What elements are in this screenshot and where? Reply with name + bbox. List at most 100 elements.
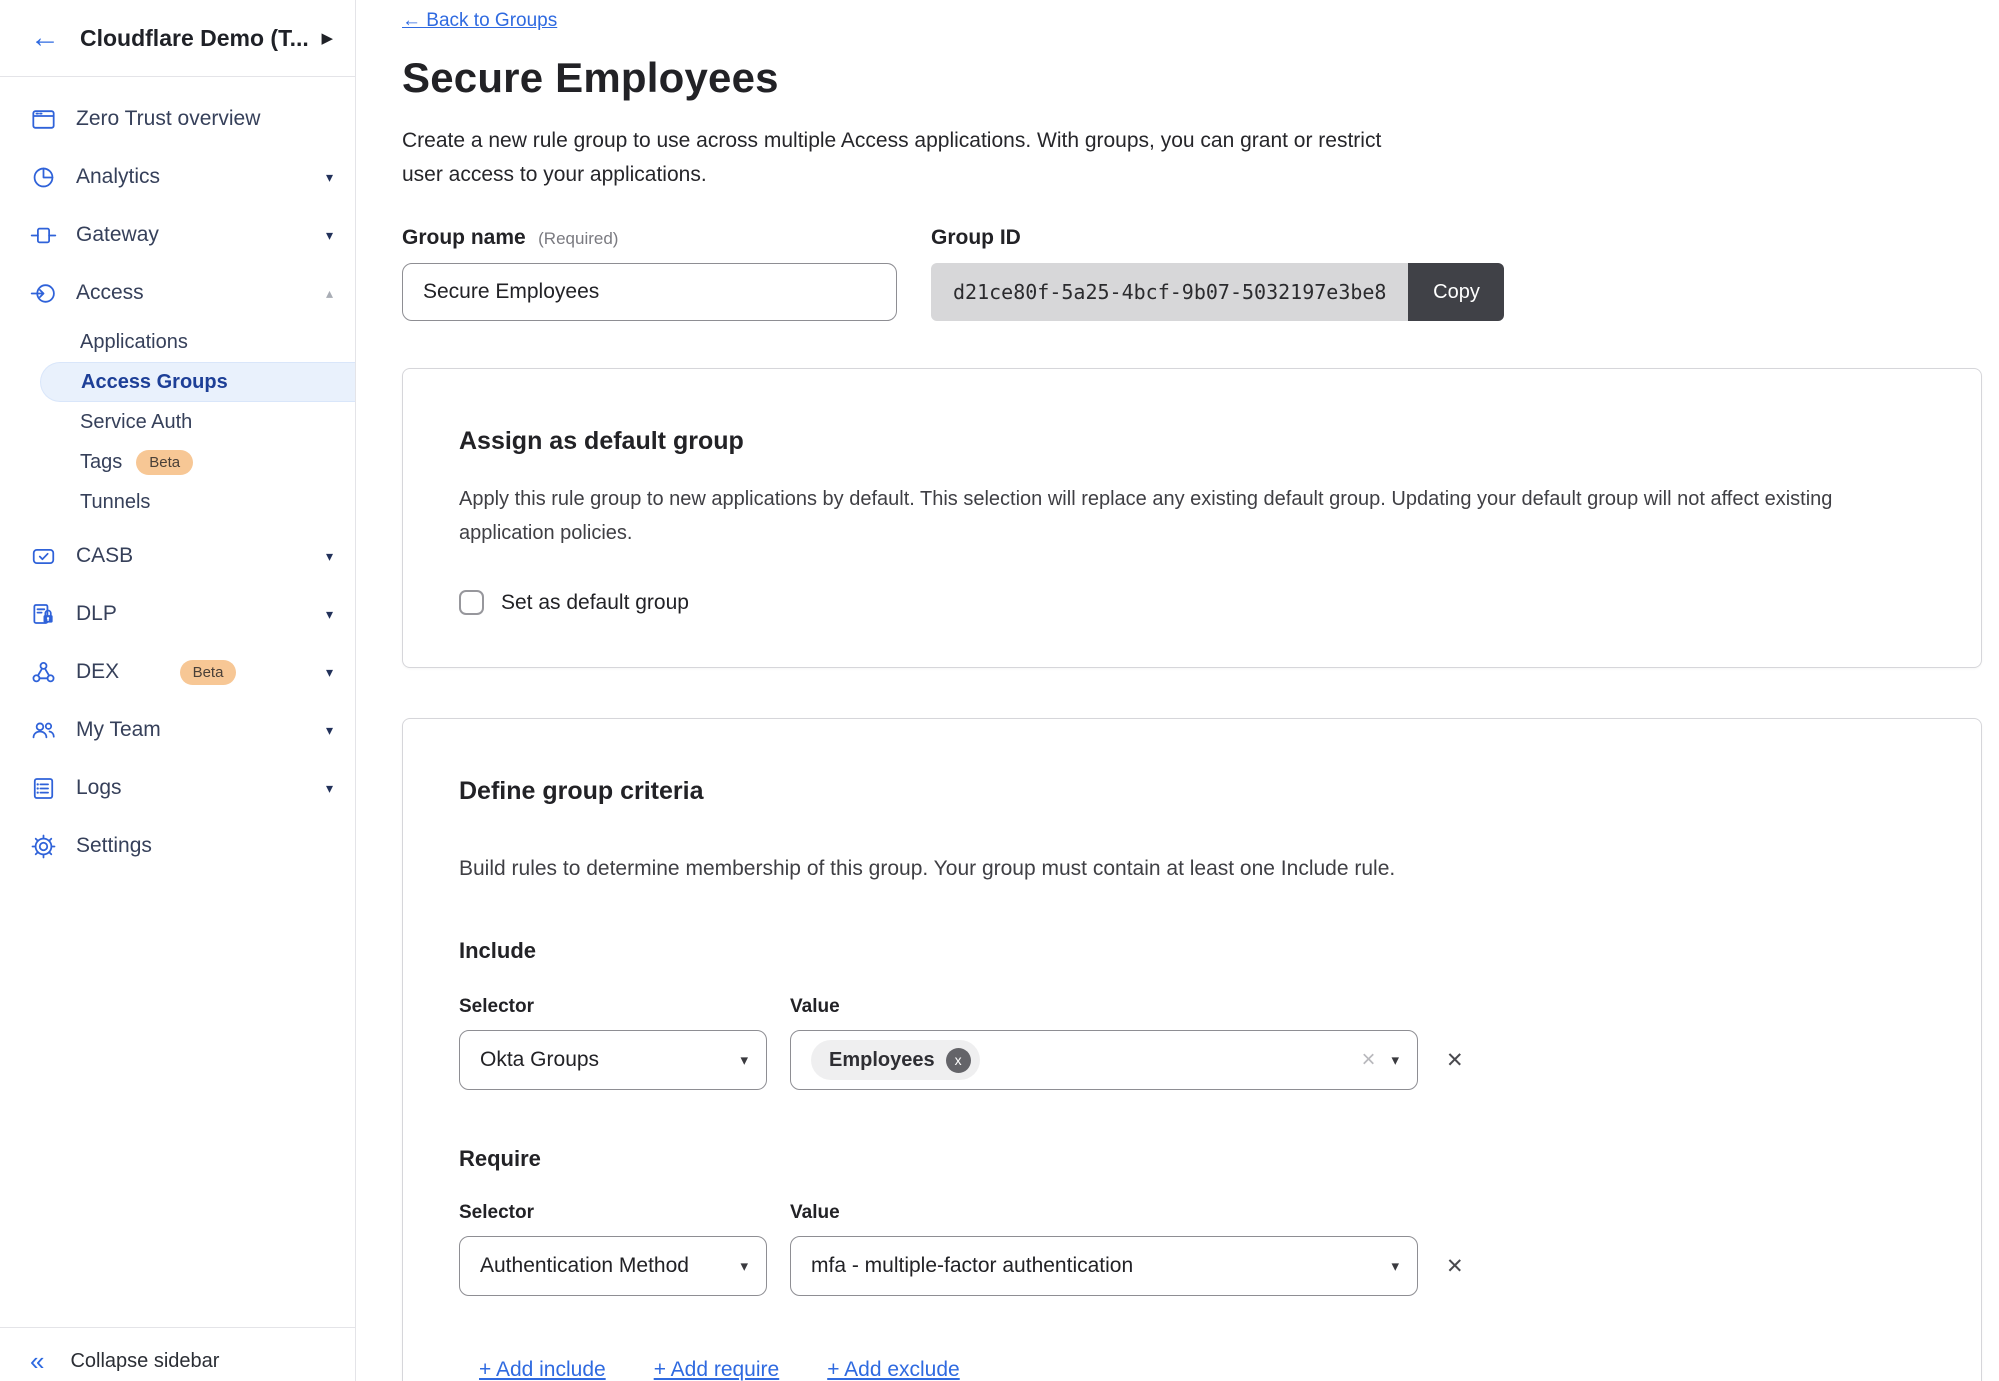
include-rule-row: Okta Groups ▾ Employees x × ▾ ✕ (459, 1030, 1921, 1090)
sidebar-item-my-team[interactable]: My Team ▾ (0, 701, 355, 759)
chevron-down-icon: ▾ (1391, 1257, 1399, 1275)
back-arrow-icon[interactable]: ← (30, 23, 60, 53)
sidebar-item-logs[interactable]: Logs ▾ (0, 759, 355, 817)
collapse-sidebar-label: Collapse sidebar (70, 1350, 219, 1373)
zero-trust-dashboard: ← Cloudflare Demo (T... ▶ Zero Trust ove… (0, 0, 1999, 1381)
chevron-down-icon: ▾ (326, 227, 333, 244)
chevron-down-icon: ▾ (326, 169, 333, 186)
people-icon (30, 717, 57, 744)
sidebar-item-settings[interactable]: Settings (0, 817, 355, 875)
sidebar-item-label: My Team (76, 718, 326, 742)
remove-require-rule-icon[interactable]: ✕ (1446, 1254, 1464, 1279)
sidebar-item-label: Gateway (76, 223, 326, 247)
casb-icon (30, 543, 57, 570)
group-id-value: d21ce80f-5a25-4bcf-9b07-5032197e3be8 (931, 263, 1408, 321)
sidebar-item-label: Tunnels (80, 491, 150, 514)
account-name[interactable]: Cloudflare Demo (T... (80, 25, 313, 52)
collapse-chevrons-icon: « (30, 1346, 44, 1377)
chevron-down-icon: ▾ (326, 548, 333, 565)
set-default-group-row[interactable]: Set as default group (459, 590, 1921, 615)
beta-badge: Beta (136, 450, 193, 475)
assign-default-group-card: Assign as default group Apply this rule … (402, 368, 1982, 668)
document-lock-icon (30, 601, 57, 628)
sidebar-item-dex[interactable]: DEX Beta ▾ (0, 643, 355, 701)
require-selector-dropdown[interactable]: Authentication Method ▾ (459, 1236, 767, 1296)
chevron-down-icon: ▾ (740, 1051, 748, 1069)
chevron-down-icon: ▾ (326, 664, 333, 681)
sidebar-item-casb[interactable]: CASB ▾ (0, 527, 355, 585)
define-group-criteria-card: Define group criteria Build rules to det… (402, 718, 1982, 1381)
remove-include-rule-icon[interactable]: ✕ (1446, 1048, 1464, 1073)
selector-label: Selector (459, 1202, 767, 1224)
access-icon (30, 280, 57, 307)
gateway-icon (30, 222, 57, 249)
sidebar-item-label: DEX (76, 660, 166, 684)
sidebar-item-label: Service Auth (80, 411, 192, 434)
value-label: Value (790, 996, 1418, 1018)
require-rule-row: Authentication Method ▾ mfa - multiple-f… (459, 1236, 1921, 1296)
beta-badge: Beta (180, 660, 237, 685)
include-labels-row: Selector Value (459, 996, 1921, 1018)
pie-chart-icon (30, 164, 57, 191)
group-name-input[interactable] (402, 263, 897, 321)
back-to-groups-link[interactable]: ← Back to Groups (402, 10, 557, 32)
main-content: ← Back to Groups Secure Employees Create… (356, 0, 1999, 1381)
sidebar-nav: Zero Trust overview Analytics ▾ Gateway … (0, 77, 355, 875)
sidebar-item-label: DLP (76, 602, 326, 626)
chevron-down-icon: ▾ (1391, 1051, 1399, 1069)
value-tag-employees: Employees x (811, 1040, 980, 1080)
sidebar-item-service-auth[interactable]: Service Auth (0, 402, 355, 442)
group-id-label: Group ID (931, 226, 1504, 250)
sidebar-item-tags[interactable]: Tags Beta (0, 442, 355, 482)
group-name-label: Group name (402, 226, 526, 249)
add-require-link[interactable]: + Add require (654, 1358, 780, 1381)
sidebar-item-access[interactable]: Access ▴ (0, 264, 355, 322)
require-value-dropdown[interactable]: mfa - multiple-factor authentication ▾ (790, 1236, 1418, 1296)
group-meta-row: Group name (Required) Group ID d21ce80f-… (402, 226, 1999, 321)
add-include-link[interactable]: + Add include (479, 1358, 606, 1381)
remove-tag-icon[interactable]: x (946, 1048, 971, 1073)
value-label: Value (790, 1202, 1418, 1224)
sidebar-item-label: Access (76, 281, 326, 305)
checkbox-label: Set as default group (501, 591, 689, 615)
required-hint: (Required) (538, 229, 618, 248)
card-description: Apply this rule group to new application… (459, 482, 1879, 550)
group-id-box: d21ce80f-5a25-4bcf-9b07-5032197e3be8 Cop… (931, 263, 1504, 321)
add-exclude-link[interactable]: + Add exclude (827, 1358, 960, 1381)
sidebar-item-access-groups[interactable]: Access Groups (40, 362, 355, 402)
network-nodes-icon (30, 659, 57, 686)
card-title: Assign as default group (459, 427, 1921, 456)
chevron-down-icon: ▾ (326, 606, 333, 623)
include-value-multiselect[interactable]: Employees x × ▾ (790, 1030, 1418, 1090)
page-description: Create a new rule group to use across mu… (402, 124, 1392, 192)
clear-values-icon[interactable]: × (1361, 1046, 1375, 1074)
sidebar-item-label: Zero Trust overview (76, 107, 333, 131)
sidebar-item-dlp[interactable]: DLP ▾ (0, 585, 355, 643)
sidebar-item-label: Tags (80, 451, 122, 474)
collapse-sidebar-button[interactable]: « Collapse sidebar (0, 1327, 355, 1381)
access-submenu: Applications Access Groups Service Auth … (0, 322, 355, 522)
card-title: Define group criteria (459, 777, 1921, 806)
sidebar-item-label: Settings (76, 834, 333, 858)
chevron-down-icon: ▾ (740, 1257, 748, 1275)
selector-label: Selector (459, 996, 767, 1018)
sidebar-item-analytics[interactable]: Analytics ▾ (0, 148, 355, 206)
page-title: Secure Employees (402, 54, 1999, 102)
sidebar-item-gateway[interactable]: Gateway ▾ (0, 206, 355, 264)
require-labels-row: Selector Value (459, 1202, 1921, 1224)
sidebar-item-label: CASB (76, 544, 326, 568)
sidebar-item-applications[interactable]: Applications (0, 322, 355, 362)
sidebar-item-label: Logs (76, 776, 326, 800)
sidebar-item-tunnels[interactable]: Tunnels (0, 482, 355, 522)
account-expand-icon[interactable]: ▶ (321, 29, 333, 47)
require-heading: Require (459, 1146, 1921, 1172)
copy-button[interactable]: Copy (1408, 263, 1504, 321)
sidebar-item-zero-trust-overview[interactable]: Zero Trust overview (0, 90, 355, 148)
chevron-down-icon: ▾ (326, 780, 333, 797)
set-default-group-checkbox[interactable] (459, 590, 484, 615)
include-selector-dropdown[interactable]: Okta Groups ▾ (459, 1030, 767, 1090)
group-id-field: Group ID d21ce80f-5a25-4bcf-9b07-5032197… (931, 226, 1504, 321)
sidebar: ← Cloudflare Demo (T... ▶ Zero Trust ove… (0, 0, 356, 1381)
gear-icon (30, 833, 57, 860)
sidebar-item-label: Analytics (76, 165, 326, 189)
